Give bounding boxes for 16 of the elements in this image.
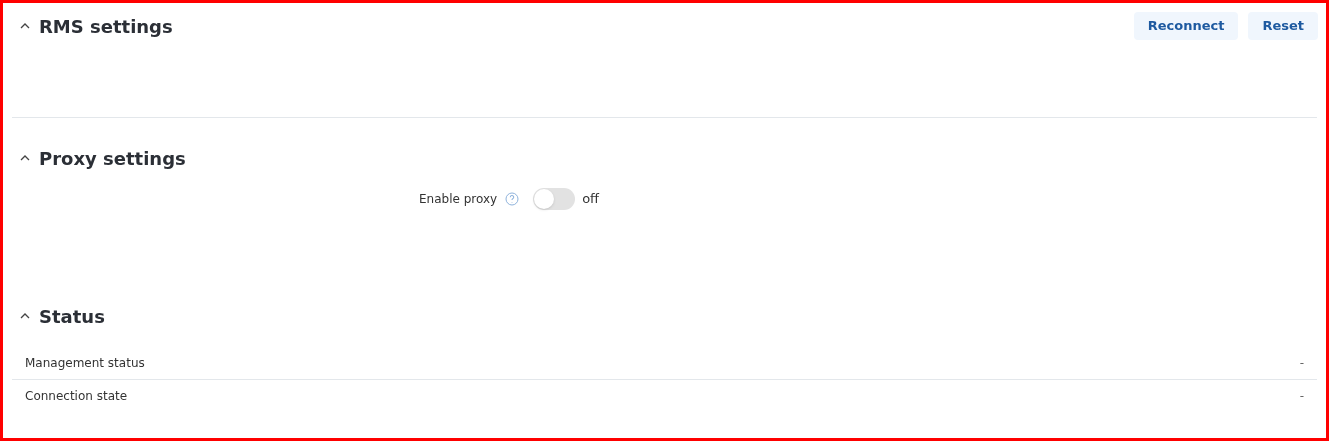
chevron-icon xyxy=(20,23,30,29)
status-label: Management status xyxy=(25,354,145,372)
action-button[interactable]: Reset xyxy=(1248,12,1318,40)
status-value: - xyxy=(1299,354,1304,372)
action-button[interactable]: Reconnect xyxy=(1133,12,1239,40)
status-label: Connection state xyxy=(25,388,128,405)
toggle-switch[interactable] xyxy=(533,188,576,210)
section-title: Proxy settings xyxy=(39,146,186,171)
chevron-icon xyxy=(20,155,30,161)
help-icon xyxy=(505,192,520,206)
chevron-icon xyxy=(20,313,30,319)
field-label: Enable proxy xyxy=(419,191,498,208)
toggle-state: off xyxy=(582,190,600,209)
status-value: - xyxy=(1299,388,1304,405)
section-title: Status xyxy=(39,304,105,329)
section-title: RMS settings xyxy=(39,14,173,39)
